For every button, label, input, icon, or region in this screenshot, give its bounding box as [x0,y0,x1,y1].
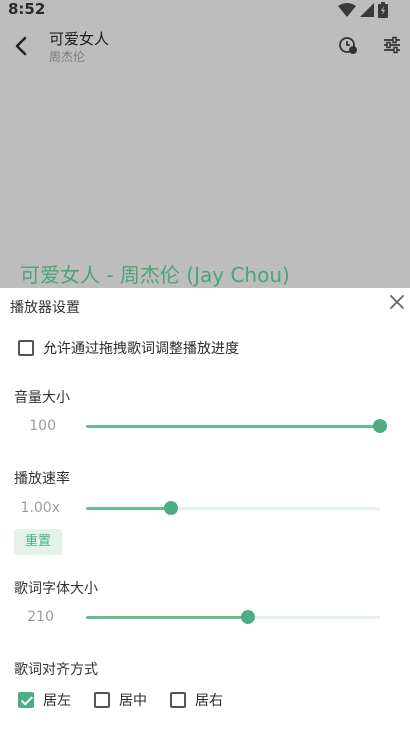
align-center-label: 居中 [119,693,147,709]
align-left-option[interactable]: 居左 [18,690,71,710]
timer-icon[interactable] [337,34,359,56]
volume-label: 音量大小 [14,390,70,406]
checkbox-box[interactable] [94,692,110,708]
checkbox-box[interactable] [170,692,186,708]
speed-slider[interactable] [86,501,380,515]
player-settings-sheet: 播放器设置 允许通过拖拽歌词调整播放进度 音量大小 100 播放速率 1.00x… [0,288,410,731]
status-time: 8:52 [8,0,46,18]
battery-icon [378,2,388,18]
align-right-option[interactable]: 居右 [170,690,223,710]
artist-name: 周杰伦 [49,50,86,64]
font-size-value: 210 [27,609,54,625]
status-bar: 8:52 [0,0,410,20]
font-size-label: 歌词字体大小 [14,581,98,597]
volume-slider-fill [86,425,380,428]
app-bar: 可爱女人 周杰伦 [0,20,410,70]
font-size-slider[interactable] [86,610,380,624]
checkbox-box[interactable] [18,340,34,356]
volume-value: 100 [29,418,56,434]
drag-lyric-seek-checkbox[interactable]: 允许通过拖拽歌词调整播放进度 [18,338,239,358]
align-left-label: 居左 [43,693,71,709]
speed-value: 1.00x [20,500,60,516]
volume-slider-thumb[interactable] [373,419,387,433]
drag-lyric-seek-label: 允许通过拖拽歌词调整播放进度 [43,341,239,357]
song-title: 可爱女人 [49,30,110,48]
font-size-slider-fill [86,616,248,619]
checkbox-box[interactable] [18,692,34,708]
sheet-title: 播放器设置 [10,300,80,316]
speed-slider-thumb[interactable] [164,501,179,515]
lyric-align-label: 歌词对齐方式 [14,662,98,678]
close-icon[interactable] [388,293,406,311]
speed-slider-fill [86,507,172,510]
wifi-icon [338,3,356,17]
font-size-slider-thumb[interactable] [240,610,255,624]
current-lyric-line: 可爱女人 - 周杰伦 (Jay Chou) [20,263,290,287]
back-arrow-icon[interactable] [10,34,34,58]
signal-icon [360,3,374,17]
speed-reset-button[interactable]: 重置 [14,529,62,555]
align-right-label: 居右 [195,693,223,709]
settings-sliders-icon[interactable] [381,34,403,56]
volume-slider[interactable] [86,419,387,433]
speed-label: 播放速率 [14,471,70,487]
align-center-option[interactable]: 居中 [94,690,147,710]
